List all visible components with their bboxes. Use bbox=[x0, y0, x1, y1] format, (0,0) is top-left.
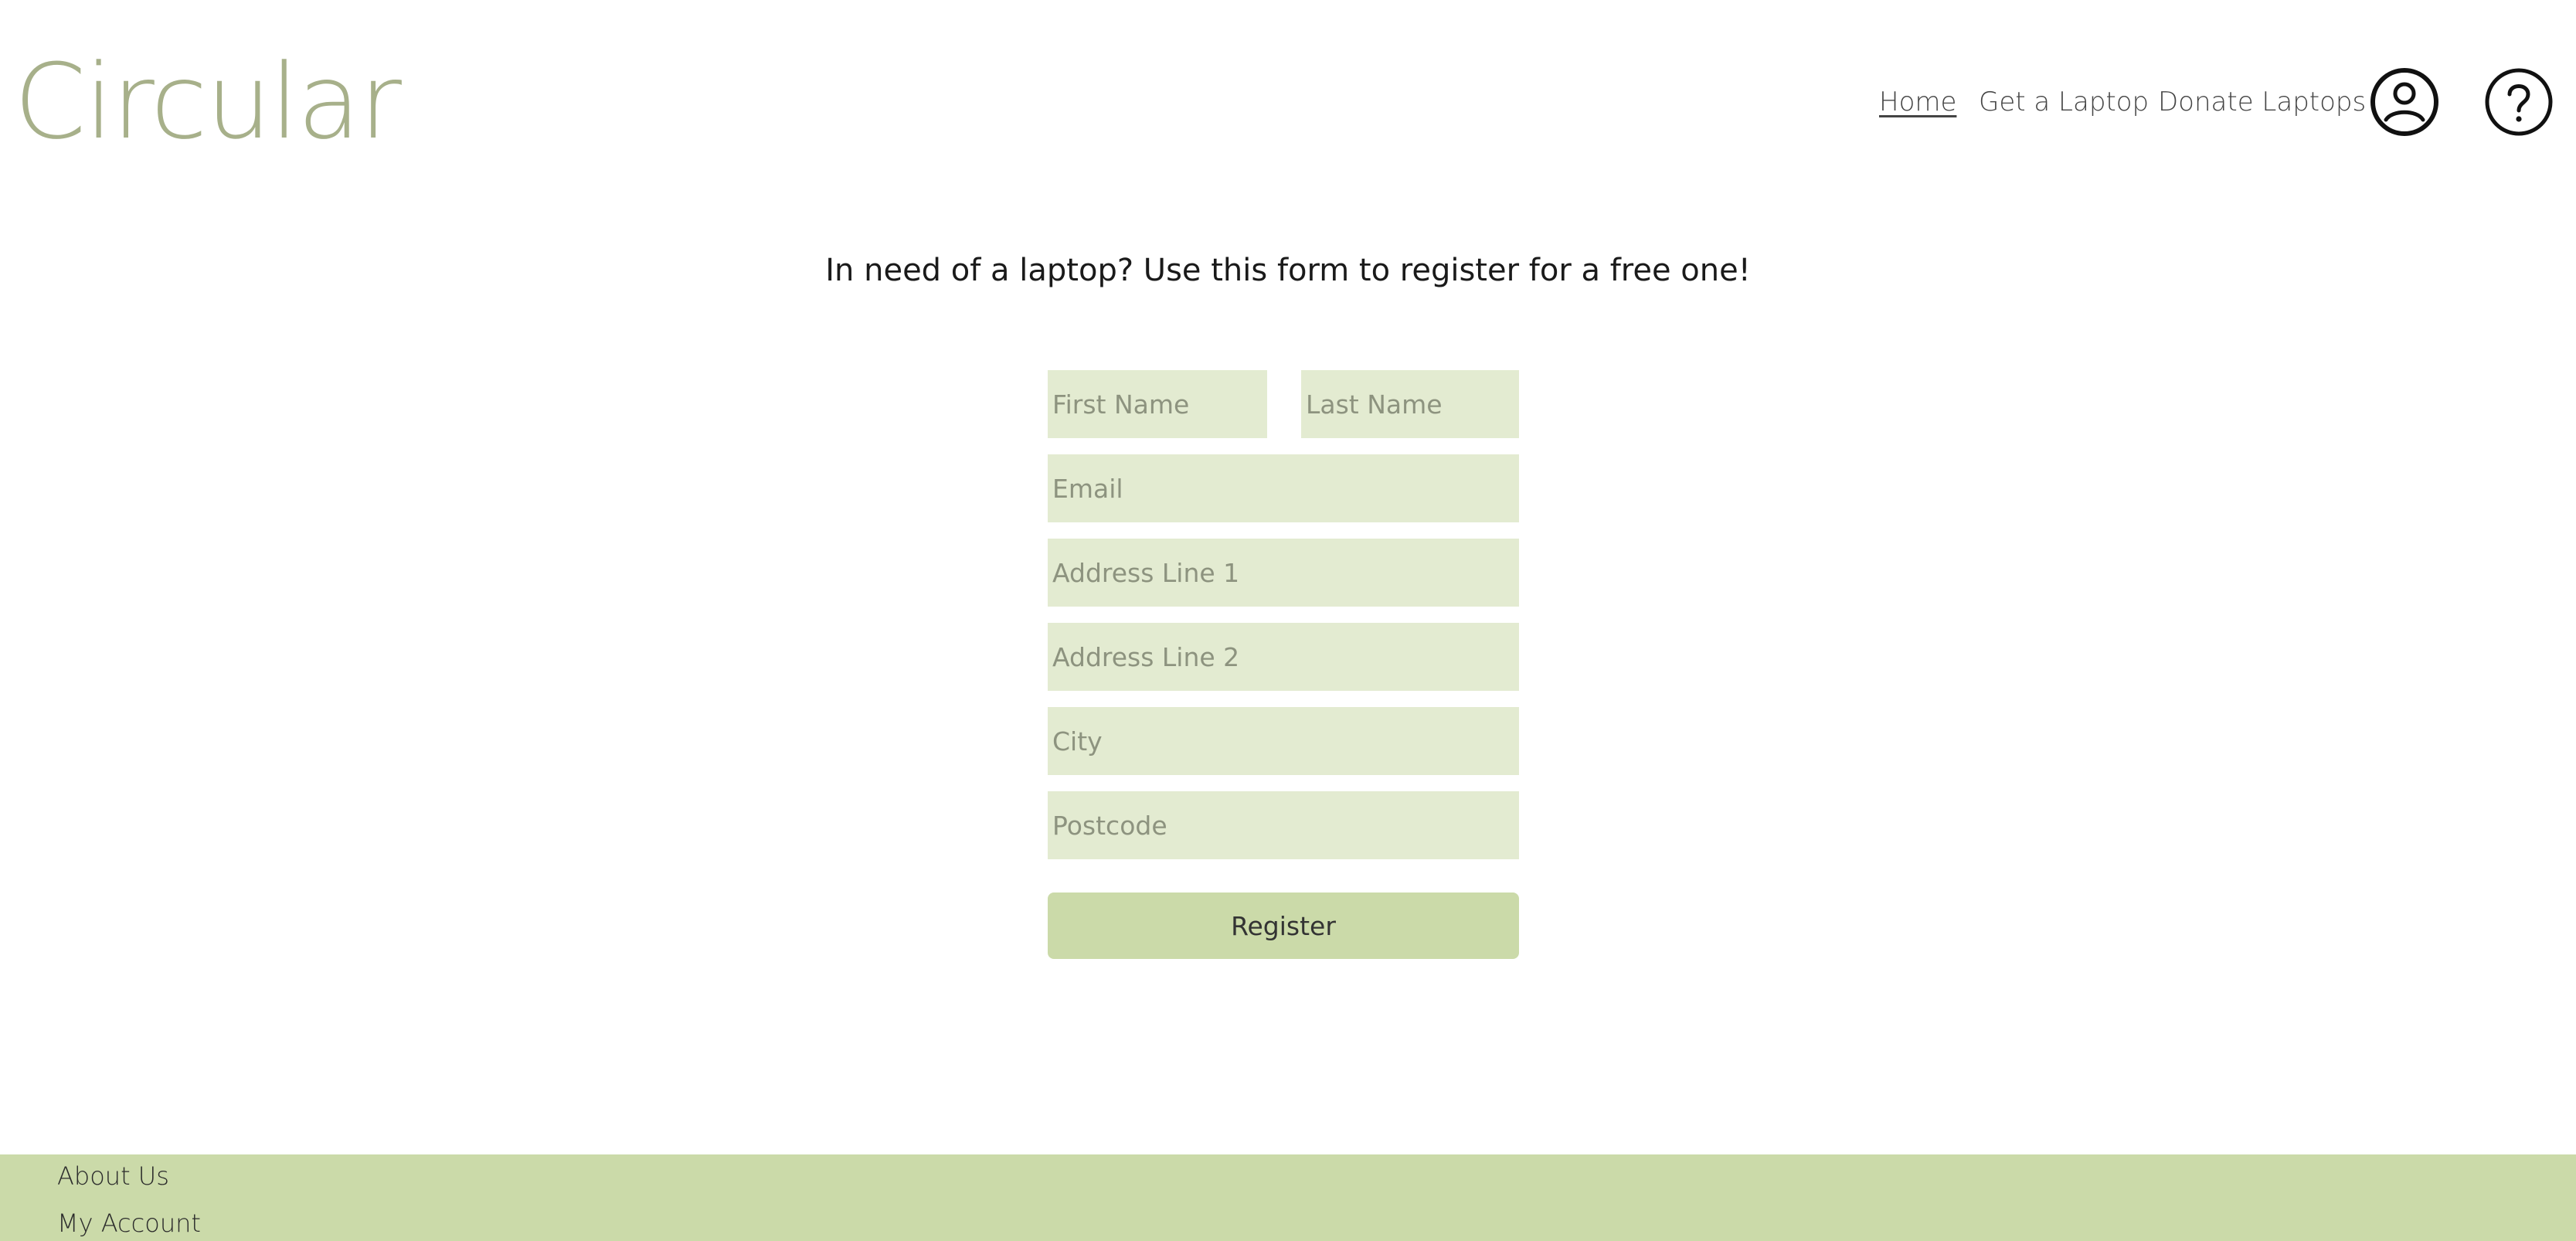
city-input[interactable] bbox=[1048, 707, 1519, 775]
nav-get-a-laptop-link[interactable]: Get a Laptop bbox=[1979, 82, 2149, 122]
footer-about-us-link[interactable]: About Us bbox=[57, 1159, 169, 1193]
footer bbox=[0, 1154, 2576, 1241]
email-input[interactable] bbox=[1048, 454, 1519, 522]
account-icon[interactable] bbox=[2369, 66, 2440, 138]
address-line-1-input[interactable] bbox=[1048, 539, 1519, 607]
circular-logo[interactable]: Circular bbox=[14, 40, 402, 164]
form-intro-text: In need of a laptop? Use this form to re… bbox=[825, 253, 1751, 288]
nav-donate-laptops-link[interactable]: Donate Laptops bbox=[2158, 82, 2366, 122]
footer-my-account-link[interactable]: My Account bbox=[57, 1206, 201, 1240]
help-icon[interactable] bbox=[2483, 66, 2554, 138]
first-name-input[interactable] bbox=[1048, 370, 1267, 438]
address-line-2-input[interactable] bbox=[1048, 623, 1519, 691]
last-name-input[interactable] bbox=[1301, 370, 1519, 438]
postcode-input[interactable] bbox=[1048, 791, 1519, 859]
nav-home-link[interactable]: Home bbox=[1879, 82, 1956, 122]
register-button[interactable]: Register bbox=[1048, 892, 1519, 959]
